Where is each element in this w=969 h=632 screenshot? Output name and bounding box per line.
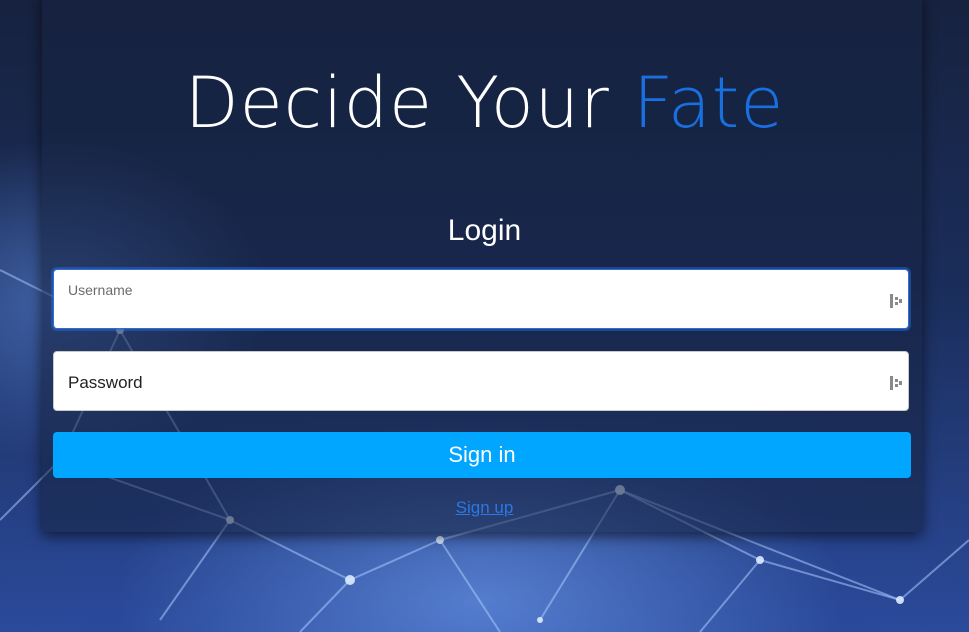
password-manager-icon[interactable] — [890, 294, 902, 308]
sign-in-button[interactable]: Sign in — [53, 432, 911, 478]
password-label: Password — [68, 373, 143, 392]
title-main: Decide Your — [184, 62, 634, 144]
username-label: Username — [68, 282, 133, 298]
password-manager-icon[interactable] — [890, 376, 902, 390]
login-heading: Login — [447, 214, 522, 247]
username-input[interactable] — [68, 300, 868, 322]
title-accent: Fate — [633, 62, 785, 144]
sign-up-link[interactable]: Sign up — [0, 498, 969, 518]
username-field[interactable]: Username — [53, 269, 909, 329]
page-title: Decide Your Fate — [0, 62, 969, 144]
password-field[interactable]: Password — [53, 351, 909, 411]
